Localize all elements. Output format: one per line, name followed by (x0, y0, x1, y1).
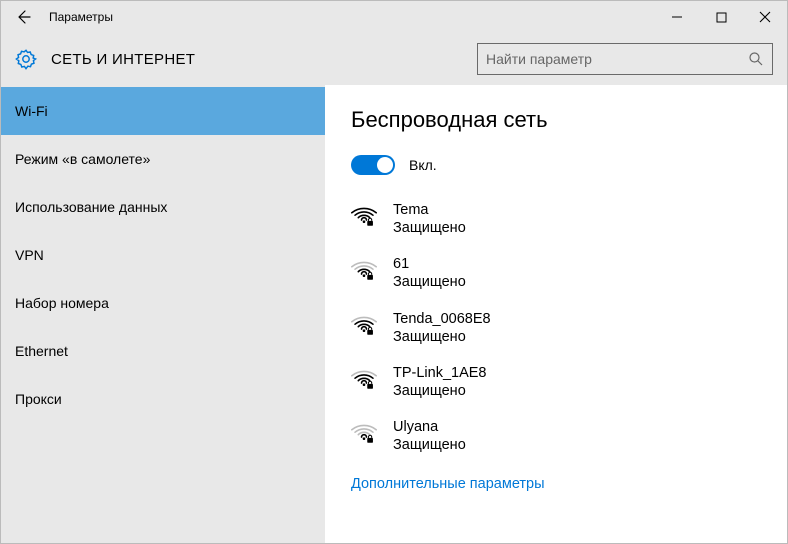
network-item-0[interactable]: Tema Защищено (351, 201, 787, 237)
network-item-2[interactable]: Tenda_0068E8 Защищено (351, 310, 787, 346)
network-status: Защищено (393, 436, 466, 454)
sidebar-item-0[interactable]: Wi-Fi (1, 87, 325, 135)
section-title: СЕТЬ И ИНТЕРНЕТ (51, 51, 195, 68)
network-name: Ulyana (393, 418, 466, 436)
sidebar-item-label: Набор номера (15, 295, 109, 311)
wifi-signal-icon (351, 204, 377, 228)
sidebar-item-3[interactable]: VPN (1, 231, 325, 279)
wifi-toggle-label: Вкл. (409, 157, 437, 173)
minimize-icon (671, 11, 683, 23)
sidebar-item-label: VPN (15, 247, 44, 263)
window-title: Параметры (45, 10, 655, 24)
network-list: Tema Защищено 61 Защищено Tenda_0068E8 З… (351, 201, 787, 454)
network-item-3[interactable]: TP-Link_1AE8 Защищено (351, 364, 787, 400)
maximize-icon (716, 12, 727, 23)
sidebar-item-label: Прокси (15, 391, 62, 407)
network-name: 61 (393, 255, 466, 273)
network-name: Tema (393, 201, 466, 219)
network-status: Защищено (393, 273, 466, 291)
wifi-signal-icon (351, 258, 377, 282)
network-status: Защищено (393, 382, 487, 400)
network-text: Tema Защищено (393, 201, 466, 237)
sidebar-item-label: Режим «в самолете» (15, 151, 150, 167)
toggle-knob (377, 157, 393, 173)
network-text: Ulyana Защищено (393, 418, 466, 454)
advanced-settings-link[interactable]: Дополнительные параметры (351, 476, 787, 492)
search-icon (748, 51, 764, 67)
header: СЕТЬ И ИНТЕРНЕТ (1, 33, 787, 85)
sidebar-item-5[interactable]: Ethernet (1, 327, 325, 375)
network-name: TP-Link_1AE8 (393, 364, 487, 382)
maximize-button[interactable] (699, 1, 743, 33)
network-text: TP-Link_1AE8 Защищено (393, 364, 487, 400)
page-heading: Беспроводная сеть (351, 107, 787, 133)
back-arrow-icon (15, 9, 31, 25)
back-button[interactable] (1, 1, 45, 33)
gear-icon (15, 48, 37, 70)
network-text: 61 Защищено (393, 255, 466, 291)
network-item-1[interactable]: 61 Защищено (351, 255, 787, 291)
sidebar-item-label: Использование данных (15, 199, 167, 215)
sidebar-item-label: Ethernet (15, 343, 68, 359)
minimize-button[interactable] (655, 1, 699, 33)
sidebar-item-1[interactable]: Режим «в самолете» (1, 135, 325, 183)
sidebar-item-6[interactable]: Прокси (1, 375, 325, 423)
wifi-signal-icon (351, 421, 377, 445)
search-box[interactable] (477, 43, 773, 75)
network-text: Tenda_0068E8 Защищено (393, 310, 491, 346)
close-icon (759, 11, 771, 23)
network-status: Защищено (393, 219, 466, 237)
sidebar-item-4[interactable]: Набор номера (1, 279, 325, 327)
wifi-toggle[interactable] (351, 155, 395, 175)
network-name: Tenda_0068E8 (393, 310, 491, 328)
close-button[interactable] (743, 1, 787, 33)
wifi-toggle-row: Вкл. (351, 155, 787, 175)
sidebar-item-label: Wi-Fi (15, 103, 48, 119)
titlebar: Параметры (1, 1, 787, 33)
settings-window: Параметры СЕТЬ И ИНТЕРНЕТ W (0, 0, 788, 544)
wifi-signal-icon (351, 367, 377, 391)
sidebar-item-2[interactable]: Использование данных (1, 183, 325, 231)
sidebar: Wi-Fi Режим «в самолете» Использование дан… (1, 85, 325, 543)
network-item-4[interactable]: Ulyana Защищено (351, 418, 787, 454)
content: Беспроводная сеть Вкл. Tema Защищено 61 … (325, 85, 787, 543)
search-input[interactable] (486, 51, 742, 67)
window-controls (655, 1, 787, 33)
wifi-signal-icon (351, 313, 377, 337)
network-status: Защищено (393, 328, 491, 346)
body: Wi-Fi Режим «в самолете» Использование дан… (1, 85, 787, 543)
